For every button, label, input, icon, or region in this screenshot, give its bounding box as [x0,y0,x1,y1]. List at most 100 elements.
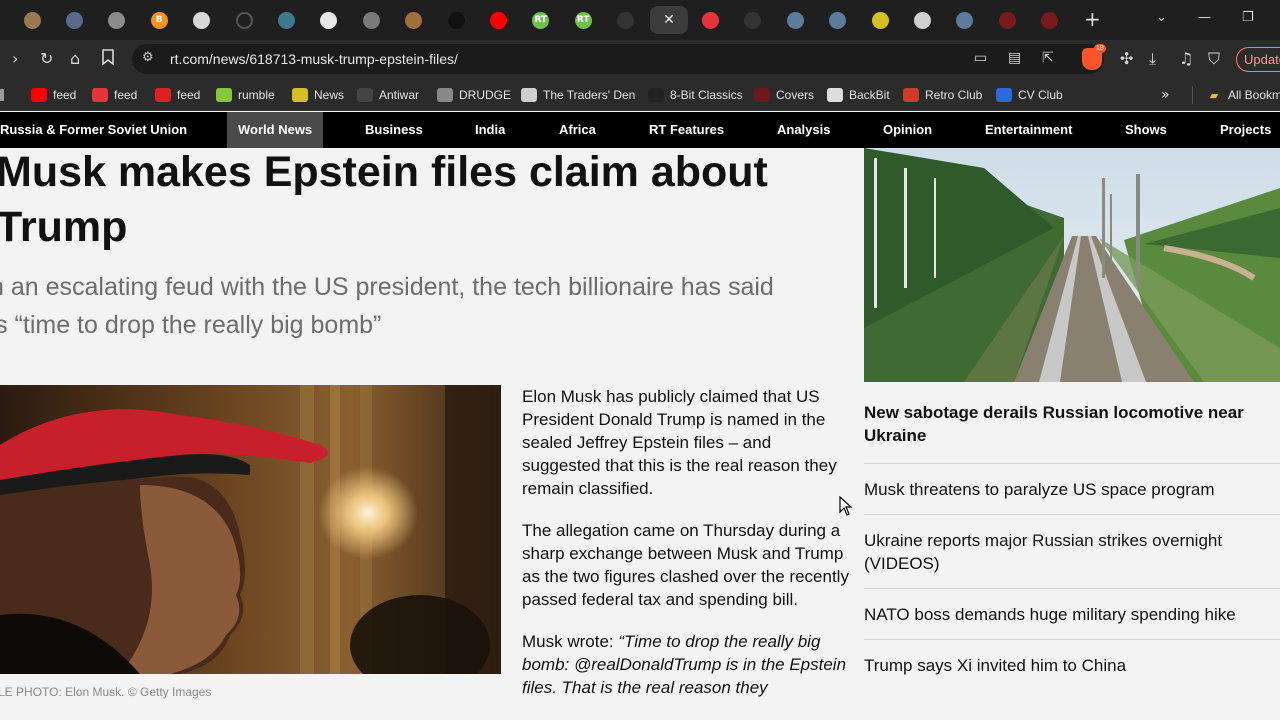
browser-tab[interactable] [226,6,262,34]
sidebar-lead-headline[interactable]: New sabotage derails Russian locomotive … [864,401,1274,447]
nav-analysis[interactable]: Analysis [777,112,830,148]
gaming-icon [92,88,108,102]
sidebar-news-item[interactable]: Trump says Xi invited him to China [864,639,1280,690]
extensions-icon[interactable]: ✣ [1120,49,1133,69]
nav-shows[interactable]: Shows [1125,112,1167,148]
browser-tab[interactable] [99,6,135,34]
browser-tab[interactable] [268,6,304,34]
nav-india[interactable]: India [475,112,505,148]
more-bookmarks-chevron-icon[interactable]: » [1161,86,1170,104]
bookmark-item[interactable]: News [292,86,344,104]
bookmark-item[interactable]: Retro Club [903,86,982,104]
reload-icon[interactable]: ↻ [40,49,53,69]
nav-projects[interactable]: Projects [1220,112,1271,148]
browser-tab[interactable] [56,6,92,34]
nav-rt-features[interactable]: RT Features [649,112,724,148]
nav-entertainment[interactable]: Entertainment [985,112,1072,148]
nav-world-news[interactable]: World News [227,112,324,148]
skull-icon [193,11,211,29]
article-quote-paragraph: Musk wrote: “Time to drop the really big… [522,630,850,699]
nav-business[interactable]: Business [365,112,423,148]
browser-tab[interactable] [947,6,983,34]
article-photo-elon-musk [0,385,501,674]
disc-icon [108,11,126,29]
bookmark-item[interactable]: 8-Bit Classics [648,86,743,104]
sidebar-news-item[interactable]: Musk threatens to paralyze US space prog… [864,463,1280,514]
downloads-icon[interactable]: ⤓ [1149,49,1156,69]
bookmark-item[interactable]: rumble [216,86,275,104]
address-bar[interactable]: ⚙ rt.com/news/618713-musk-trump-epstein-… [132,44,1106,74]
bookmark-label: rumble [238,88,275,102]
nav-russia-former-soviet-union[interactable]: Russia & Former Soviet Union [0,112,187,148]
sidebar-news-item[interactable]: Ukraine reports major Russian strikes ov… [864,514,1280,588]
nav-africa[interactable]: Africa [559,112,596,148]
reader-mode-icon[interactable]: ▤ [1008,50,1021,66]
article-title: Musk makes Epstein files claim about Tru… [0,148,856,255]
bookmark-item[interactable]: Covers [754,86,814,104]
bookmark-label: feed [114,88,138,102]
earth-icon [277,11,295,29]
browser-tab[interactable] [777,6,813,34]
browser-tab[interactable]: ✕ [650,6,688,34]
circle-icon [744,11,762,29]
browser-tab[interactable] [904,6,940,34]
bookmark-item[interactable]: CV Club [996,86,1063,104]
cast-icon[interactable]: ▭ [974,50,987,66]
browser-tab[interactable]: RT [523,6,559,34]
browser-tab[interactable] [820,6,856,34]
browser-tab[interactable]: B [141,6,177,34]
covers-icon [754,88,770,102]
restore-icon[interactable]: ❐ [1242,10,1254,25]
mouse-cursor-icon [839,496,853,516]
browser-tab[interactable] [480,6,516,34]
tab-strip: B RT RT ✕ + ⌄ — ❐ [0,0,1280,40]
tab-search-chevron-icon[interactable]: ⌄ [1156,10,1167,25]
browser-tab[interactable] [438,6,474,34]
browser-tab[interactable] [989,6,1025,34]
browser-tab[interactable] [14,6,50,34]
bookmark-item[interactable]: The Traders' Den [521,86,635,104]
close-icon: ✕ [663,12,675,28]
update-button[interactable]: Update [1236,47,1280,72]
new-tab-button[interactable]: + [1084,8,1101,30]
browser-tab[interactable] [735,6,771,34]
home-icon[interactable]: ⌂ [70,49,80,69]
bookmark-item[interactable]: BackBit [827,86,890,104]
browser-tab[interactable] [184,6,220,34]
bookmark-item[interactable]: feed [31,86,76,104]
bookmark-item[interactable]: feed [155,86,200,104]
browser-tab[interactable] [1032,6,1068,34]
browser-tab[interactable] [608,6,644,34]
browser-tab[interactable] [692,6,728,34]
browser-tab[interactable] [396,6,432,34]
site-info-icon[interactable]: ⚙ [142,50,154,65]
bookmark-label: Retro Club [925,88,983,102]
minimize-icon[interactable]: — [1198,10,1211,25]
share-icon[interactable]: ⇱ [1042,50,1054,66]
sidebar-photo-railway[interactable] [864,148,1280,382]
bookmark-label: Covers [776,88,815,102]
bookmark-item[interactable]: DRUDGE [437,86,511,104]
bookmark-page-icon[interactable] [102,49,114,70]
hand-icon [320,11,338,29]
sidebar-news-item[interactable]: NATO boss demands huge military spending… [864,588,1280,639]
bitcoin-icon: B [150,11,168,29]
browser-tab[interactable] [862,6,898,34]
bookmark-item[interactable]: Antiwar [357,86,419,104]
youtube-icon [489,11,507,29]
summary-line-2: ’s “time to drop the really big bomb” [0,311,382,339]
trash-icon [362,11,380,29]
article-paragraph: The allegation came on Thursday during a… [522,521,849,609]
bookmark-label: Antiwar [379,88,420,102]
nav-opinion[interactable]: Opinion [883,112,932,148]
media-icon[interactable]: ♫ [1179,49,1193,69]
rt-icon: RT [574,11,592,29]
bookmark-item[interactable]: feed [92,86,137,104]
forward-icon[interactable]: › [12,49,18,69]
browser-tab[interactable] [353,6,389,34]
all-bookmarks-folder[interactable]: ▰ All Bookm [1192,86,1280,104]
browser-tab[interactable] [311,6,347,34]
circle-icon [617,11,635,29]
vpn-shield-icon[interactable]: ⛉ [1208,49,1220,69]
browser-tab[interactable]: RT [565,6,601,34]
